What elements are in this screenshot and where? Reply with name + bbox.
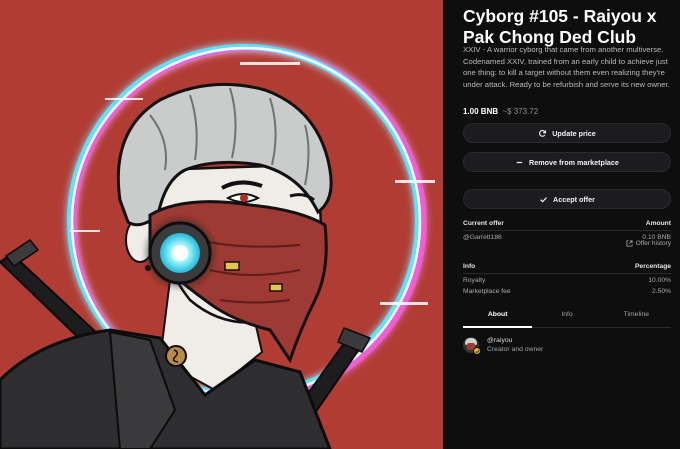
marketplace-fee-value: 2.50% [652, 288, 671, 295]
offer-table: Current offer Amount @Garrett186 0.10 BN… [463, 219, 671, 242]
royalty-label: Royalty [463, 277, 486, 284]
owner-role: Creator and owner [487, 346, 544, 353]
check-badge-icon [473, 347, 481, 355]
remove-from-marketplace-label: Remove from marketplace [529, 157, 619, 167]
details-panel: Cyborg #105 - Raiyou x Pak Chong Ded Clu… [463, 0, 671, 449]
refresh-icon [538, 129, 547, 138]
info-table: Info Percentage Royalty 10.00% Marketpla… [463, 262, 671, 296]
tab-about[interactable]: About [463, 307, 533, 328]
minus-icon [515, 158, 524, 167]
price-display: 1.00 BNB ~$ 373.72 [463, 106, 538, 117]
offer-table-header: Current offer Amount [463, 219, 671, 231]
marketplace-fee-label: Marketplace fee [463, 288, 511, 295]
cyber-lens [148, 221, 212, 285]
table-row: Marketplace fee 2.50% [463, 285, 671, 296]
info-col-header: Info [463, 263, 476, 270]
royalty-value: 10.00% [648, 277, 671, 284]
percentage-col-header: Percentage [634, 263, 671, 270]
update-price-label: Update price [552, 128, 596, 138]
offer-from[interactable]: @Garrett186 [463, 233, 502, 242]
cyborg-illustration [0, 0, 443, 449]
accept-offer-label: Accept offer [553, 194, 595, 204]
tab-info[interactable]: Info [532, 307, 601, 327]
owner-username[interactable]: @raiyou [487, 337, 512, 344]
price-bnb: 1.00 BNB [463, 107, 499, 116]
table-row: Royalty 10.00% [463, 274, 671, 285]
owner-card: @raiyou Creator and owner [463, 336, 671, 356]
info-table-header: Info Percentage [463, 262, 671, 274]
detail-tabs: About Info Timeline [463, 307, 671, 328]
nft-artwork[interactable] [0, 0, 443, 449]
tab-timeline[interactable]: Timeline [602, 307, 671, 327]
external-link-icon [626, 240, 633, 247]
offer-history-label: Offer history [635, 240, 671, 247]
check-icon [539, 195, 548, 204]
price-usd: ~$ 373.72 [502, 107, 539, 116]
remove-from-marketplace-button[interactable]: Remove from marketplace [463, 152, 671, 172]
nft-title: Cyborg #105 - Raiyou x Pak Chong Ded Clu… [463, 6, 657, 47]
nft-description: XXIV - A warrior cyborg that came from a… [463, 45, 670, 90]
update-price-button[interactable]: Update price [463, 123, 671, 143]
accept-offer-button[interactable]: Accept offer [463, 189, 671, 209]
offer-col-header: Current offer [463, 220, 504, 227]
offer-history-link[interactable]: Offer history [626, 240, 671, 247]
amount-col-header: Amount [645, 220, 671, 227]
